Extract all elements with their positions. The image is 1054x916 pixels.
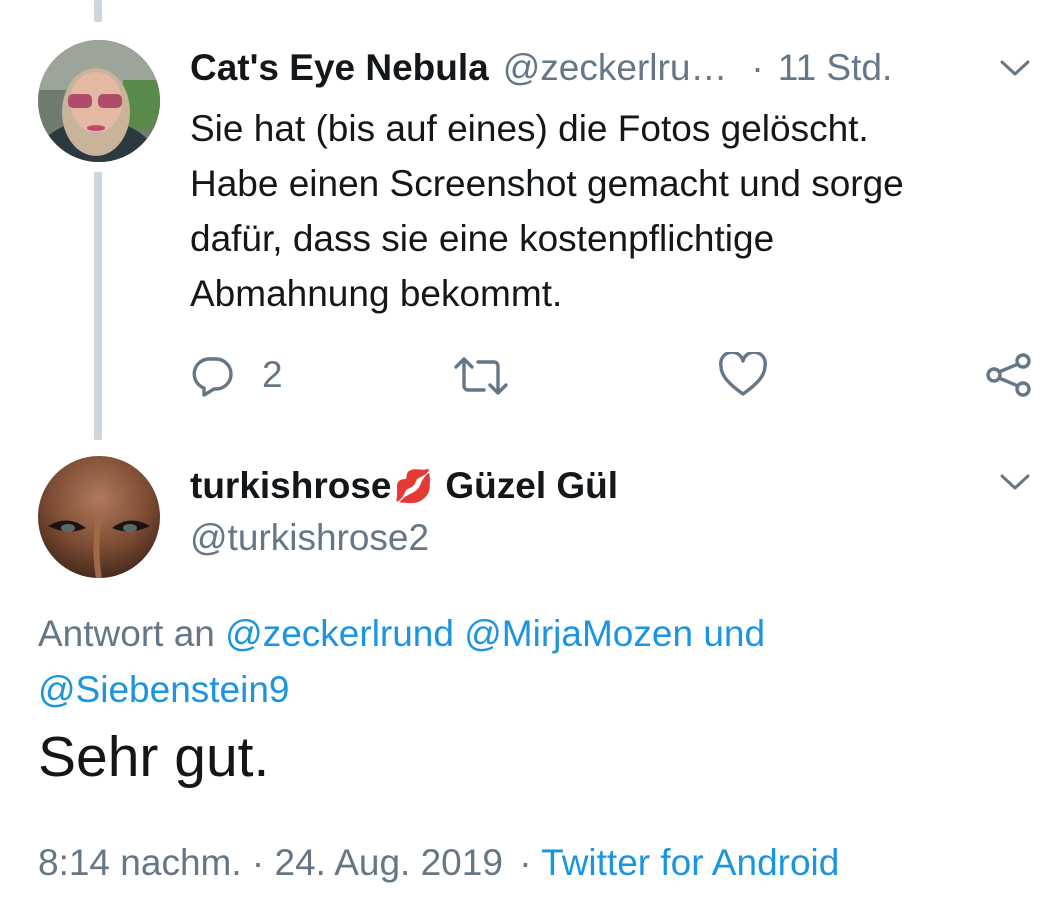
avatar[interactable] <box>38 456 160 578</box>
avatar[interactable] <box>38 40 160 162</box>
mention-link[interactable]: @zeckerlrund <box>225 613 454 654</box>
tweet-source-link[interactable]: Twitter for Android <box>541 842 839 883</box>
like-button[interactable] <box>718 352 768 398</box>
separator: · <box>251 842 265 883</box>
share-icon <box>986 353 1031 397</box>
reply-context: Antwort an @zeckerlrund @MirjaMozen und … <box>38 606 1028 718</box>
tweet-menu-button[interactable] <box>994 464 1036 500</box>
tweet-text-line: dafür, dass sie eine kostenpflichtige <box>190 218 775 259</box>
avatar-image <box>38 456 160 578</box>
reply-and[interactable]: und <box>703 613 765 654</box>
separator: · <box>519 842 532 883</box>
display-name[interactable]: Cat's Eye Nebula <box>190 47 489 89</box>
retweet-icon <box>454 357 508 395</box>
tweet-text: Sie hat (bis auf eines) die Fotos gelösc… <box>190 101 1030 321</box>
tweet-menu-button[interactable] <box>994 50 1036 86</box>
chevron-down-icon <box>1000 474 1030 490</box>
reply-count: 2 <box>262 354 283 395</box>
separator: · <box>751 47 764 88</box>
kiss-emoji: 💋 <box>393 468 434 504</box>
display-name[interactable]: turkishrose <box>190 465 392 507</box>
timestamp[interactable]: 11 Std. <box>778 47 893 89</box>
share-button[interactable] <box>984 350 1032 400</box>
handle[interactable]: @turkishrose2 <box>190 517 429 559</box>
tweet-text: Sehr gut. <box>38 725 270 789</box>
tweet-text-line: Habe einen Screenshot gemacht und sorge <box>190 163 904 204</box>
mention-link[interactable]: @MirjaMozen <box>464 613 693 654</box>
reply-prefix: Antwort an <box>38 613 215 654</box>
thread-line <box>94 172 102 440</box>
handle[interactable]: @zeckerlru… <box>503 47 728 89</box>
tweet-header: turkishrose 💋 Güzel Gül <box>190 462 618 510</box>
tweet-meta: 8:14 nachm. · 24. Aug. 2019 · Twitter fo… <box>38 838 839 888</box>
tweet-text-line: Sie hat (bis auf eines) die Fotos gelösc… <box>190 108 869 149</box>
retweet-button[interactable] <box>452 354 510 398</box>
reply-icon <box>192 357 233 397</box>
chevron-down-icon <box>1000 60 1030 76</box>
tweet-date[interactable]: 24. Aug. 2019 <box>275 842 503 883</box>
tweet-text-line: Abmahnung bekommt. <box>190 273 563 314</box>
like-icon <box>719 352 767 396</box>
display-name-suffix[interactable]: Güzel Gül <box>445 465 618 507</box>
mention-link[interactable]: @Siebenstein9 <box>38 669 290 710</box>
tweet-time[interactable]: 8:14 nachm. <box>38 842 242 883</box>
avatar-image <box>38 40 160 162</box>
reply-button[interactable]: 2 <box>190 352 283 398</box>
tweet-header: Cat's Eye Nebula @zeckerlru… · 11 Std. <box>190 44 892 92</box>
thread-line-top <box>94 0 102 22</box>
